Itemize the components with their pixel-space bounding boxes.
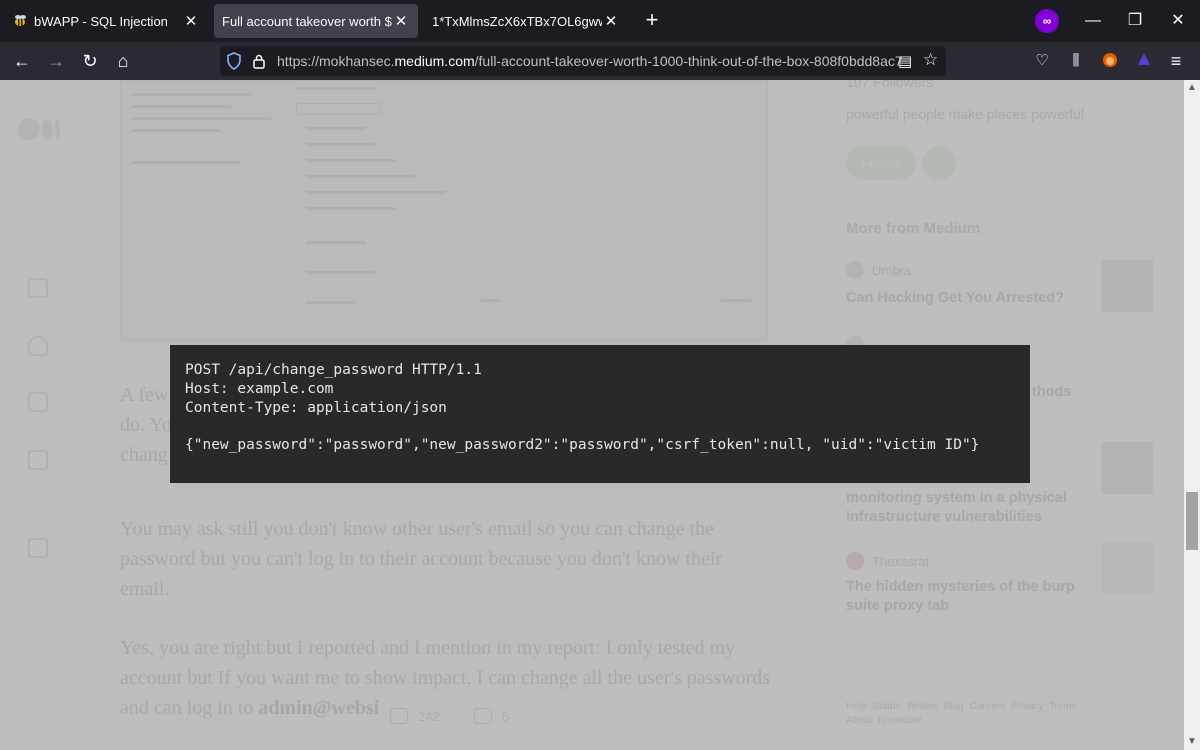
- response-icon[interactable]: [473, 708, 492, 724]
- page-scrollbar[interactable]: ▲ ▼: [1184, 80, 1200, 750]
- bee-icon: [12, 13, 28, 29]
- back-button[interactable]: ←: [10, 50, 34, 72]
- item-author[interactable]: Umbra: [872, 263, 911, 278]
- more-from-heading: More from Medium: [846, 220, 981, 237]
- decor-line: [481, 299, 501, 302]
- stories-icon[interactable]: [28, 450, 48, 470]
- logo-bar: [55, 120, 60, 138]
- medium-logo[interactable]: [18, 118, 60, 140]
- decor-line: [131, 129, 221, 132]
- decor-line: [306, 271, 376, 274]
- response-count: 6: [501, 708, 509, 724]
- bookmark-star-icon[interactable]: ☆: [923, 50, 941, 70]
- item-title[interactable]: The hidden mysteries of the burp suite p…: [846, 578, 1076, 616]
- shield-icon[interactable]: [226, 52, 242, 70]
- engagement-bar: 242 6: [390, 708, 509, 724]
- decor-line: [131, 93, 251, 96]
- navigation-toolbar: ← → ↻ ⌂ https://mokhansec.medium.com/ful…: [0, 42, 1200, 102]
- clap-icon[interactable]: [390, 708, 408, 724]
- decor-line: [306, 127, 366, 130]
- close-icon[interactable]: ✕: [182, 12, 200, 30]
- subscribe-mail-icon[interactable]: [922, 146, 956, 180]
- lists-icon[interactable]: [28, 392, 48, 412]
- decor-line: [306, 175, 416, 178]
- restore-button[interactable]: ❐: [1121, 8, 1149, 34]
- scroll-thumb[interactable]: [1186, 492, 1198, 550]
- write-icon[interactable]: [28, 538, 48, 558]
- embedded-screenshot: [120, 80, 769, 342]
- close-icon[interactable]: ✕: [392, 12, 410, 30]
- decor-line: [121, 339, 769, 340]
- decor-line: [306, 159, 396, 162]
- decor-line: [306, 143, 376, 146]
- forward-button[interactable]: →: [44, 50, 68, 72]
- item-author[interactable]: Thexssrat: [872, 554, 929, 569]
- lock-icon[interactable]: [252, 53, 266, 69]
- paragraph-bold-text: admin@websi: [258, 697, 380, 719]
- url-text: https://mokhansec.medium.com/full-accoun…: [277, 53, 903, 69]
- footer-links[interactable]: Help Status Writers Blog Careers Privacy…: [846, 700, 1096, 728]
- tab-medium-article[interactable]: Full account takeover worth $1000 ( ✕: [214, 4, 418, 38]
- follow-button[interactable]: Follow: [846, 146, 916, 180]
- logo-circle: [18, 118, 40, 140]
- decor-line: [721, 299, 751, 302]
- code-line: Host: example.com: [185, 381, 334, 397]
- tab-title: bWAPP - SQL Injection: [34, 13, 168, 29]
- tab-bwapp[interactable]: bWAPP - SQL Injection ✕: [4, 4, 208, 38]
- tab-title: Full account takeover worth $1000 (: [222, 13, 392, 29]
- extension-purple-icon[interactable]: [1132, 50, 1156, 72]
- item-title[interactable]: Can Hacking Get You Arrested?: [846, 289, 1076, 308]
- home-button[interactable]: ⌂: [111, 50, 135, 72]
- decor-line: [306, 191, 446, 194]
- decor-line: [131, 117, 271, 120]
- clap-count: 242: [418, 708, 440, 724]
- decor-line: [296, 87, 376, 90]
- item-title[interactable]: monitoring system in a physical infrastr…: [846, 489, 1076, 527]
- url-bar[interactable]: https://mokhansec.medium.com/full-accoun…: [220, 46, 946, 76]
- code-line: Content-Type: application/json: [185, 400, 447, 416]
- paragraph-text: Yes, you are right but I reported and I …: [120, 637, 771, 719]
- item-title[interactable]: thods: [1032, 383, 1092, 402]
- extension-fox-icon[interactable]: [1098, 50, 1122, 72]
- library-icon[interactable]: ⫼: [1064, 50, 1088, 72]
- home-icon[interactable]: [28, 278, 48, 298]
- tab-title: 1*TxMlmsZcX6xTBx7OL6gwwA.png (: [432, 13, 602, 29]
- decor-line: [306, 207, 396, 210]
- scroll-down-icon[interactable]: ▼: [1184, 734, 1200, 750]
- item-thumbnail[interactable]: [1101, 260, 1153, 312]
- pocket-icon[interactable]: ♡: [1030, 50, 1054, 72]
- decor-line: [306, 301, 356, 304]
- item-thumbnail[interactable]: [1101, 542, 1153, 594]
- notifications-icon[interactable]: [28, 336, 48, 356]
- minimize-button[interactable]: —: [1079, 8, 1107, 34]
- close-window-button[interactable]: ✕: [1164, 8, 1192, 34]
- reload-button[interactable]: ↻: [78, 50, 102, 72]
- tab-image[interactable]: 1*TxMlmsZcX6xTBx7OL6gwwA.png ( ✕: [424, 4, 628, 38]
- item-thumbnail[interactable]: [1101, 442, 1153, 494]
- decor-line: [131, 161, 241, 164]
- decor-line: [131, 105, 231, 108]
- followers-count: 107 Followers: [846, 80, 934, 90]
- article-paragraph-2: You may ask still you don't know other u…: [120, 518, 723, 600]
- author-bio: powerful people make places powerful: [846, 106, 1085, 122]
- decor-box: [296, 103, 381, 115]
- code-line: {"new_password":"password","new_password…: [185, 437, 980, 453]
- zoomed-code-image[interactable]: POST /api/change_password HTTP/1.1 Host:…: [170, 345, 1030, 483]
- tab-bar: bWAPP - SQL Injection ✕ Full account tak…: [0, 0, 1200, 42]
- decor-line: [306, 241, 366, 244]
- logo-ellipse: [42, 119, 53, 139]
- scroll-up-icon[interactable]: ▲: [1184, 80, 1200, 96]
- private-browsing-icon: ∞: [1035, 9, 1059, 33]
- code-line: POST /api/change_password HTTP/1.1: [185, 362, 482, 378]
- avatar[interactable]: [846, 261, 864, 279]
- reader-view-icon[interactable]: ▤: [898, 52, 914, 70]
- menu-icon[interactable]: ≡: [1164, 50, 1188, 72]
- close-icon[interactable]: ✕: [602, 12, 620, 30]
- avatar[interactable]: [846, 552, 864, 570]
- new-tab-button[interactable]: +: [640, 9, 664, 33]
